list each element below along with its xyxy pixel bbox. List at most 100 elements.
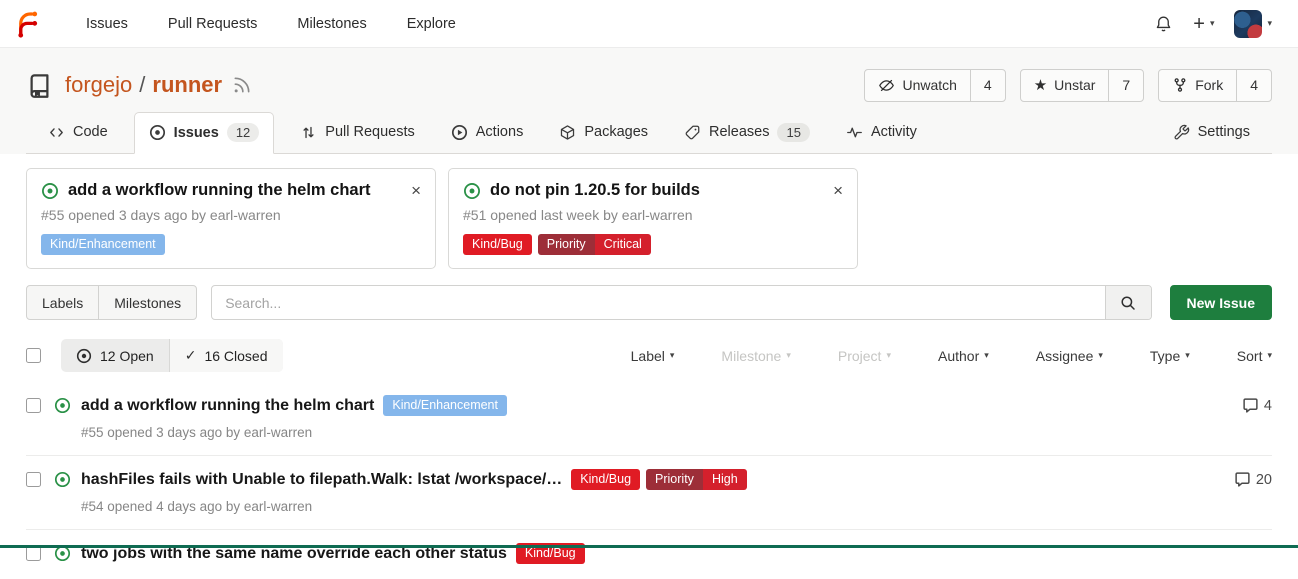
label-value: High <box>703 469 747 490</box>
issue-opened-icon <box>76 348 92 364</box>
close-icon[interactable]: × <box>833 182 843 199</box>
open-issues-filter[interactable]: 12 Open <box>61 339 169 372</box>
tab-code[interactable]: Code <box>38 112 118 153</box>
label-chip-priority-critical[interactable]: Priority Critical <box>538 234 651 255</box>
issue-opened-icon <box>149 124 166 141</box>
chevron-down-icon: ▾ <box>1267 18 1272 29</box>
issue-opened-icon <box>54 397 71 414</box>
chevron-down-icon: ▾ <box>1210 18 1215 29</box>
package-icon <box>559 124 576 141</box>
issues-count-badge: 12 <box>227 123 259 142</box>
tab-packages[interactable]: Packages <box>549 112 658 153</box>
star-icon: ★ <box>1034 78 1047 93</box>
new-issue-button[interactable]: New Issue <box>1170 285 1272 320</box>
tab-releases[interactable]: Releases 15 <box>674 112 820 153</box>
label-scope: Priority <box>538 234 595 255</box>
issue-row: hashFiles fails with Unable to filepath.… <box>26 455 1272 529</box>
rss-icon[interactable] <box>232 75 252 95</box>
filter-milestone: Milestone ▾ <box>721 348 790 364</box>
search-input[interactable] <box>212 286 1104 319</box>
unwatch-label-segment[interactable]: Unwatch <box>865 70 969 101</box>
label-chip-kind-bug[interactable]: Kind/Bug <box>463 234 532 255</box>
labels-button[interactable]: Labels <box>27 286 98 319</box>
chevron-down-icon: ▾ <box>1098 350 1103 361</box>
issue-row: two jobs with the same name override eac… <box>26 529 1272 579</box>
tab-pull-requests[interactable]: Pull Requests <box>290 112 424 153</box>
nav-link-pull-requests[interactable]: Pull Requests <box>168 16 257 32</box>
tab-settings[interactable]: Settings <box>1163 112 1260 153</box>
filter-assignee[interactable]: Assignee ▾ <box>1036 348 1103 364</box>
stars-count[interactable]: 7 <box>1108 70 1143 101</box>
fork-icon <box>1172 77 1188 93</box>
issue-title[interactable]: add a workflow running the helm chart <box>81 397 374 415</box>
chevron-down-icon: ▾ <box>886 350 891 361</box>
tab-issues-label: Issues <box>174 125 219 141</box>
issue-title[interactable]: hashFiles fails with Unable to filepath.… <box>81 471 562 489</box>
close-icon[interactable]: × <box>411 182 421 199</box>
filter-project: Project ▾ <box>838 348 891 364</box>
watchers-count[interactable]: 4 <box>970 70 1005 101</box>
tab-activity[interactable]: Activity <box>836 112 927 153</box>
filter-sort-text: Sort <box>1237 348 1263 364</box>
forks-count[interactable]: 4 <box>1236 70 1271 101</box>
issue-comments[interactable]: 20 <box>1234 471 1272 488</box>
issue-checkbox[interactable] <box>26 398 41 413</box>
repo-header: forgejo / runner Unwatch <box>0 48 1298 154</box>
nav-link-milestones[interactable]: Milestones <box>297 16 366 32</box>
chevron-down-icon: ▾ <box>984 350 989 361</box>
repo-name-link[interactable]: runner <box>152 72 222 98</box>
issue-checkbox[interactable] <box>26 472 41 487</box>
filter-author[interactable]: Author ▾ <box>938 348 989 364</box>
repo-book-icon <box>26 72 53 99</box>
comment-count: 20 <box>1256 472 1272 488</box>
tab-actions[interactable]: Actions <box>441 112 534 153</box>
filter-type[interactable]: Type ▾ <box>1150 348 1190 364</box>
nav-link-issues[interactable]: Issues <box>86 16 128 32</box>
repo-owner-link[interactable]: forgejo <box>65 72 132 98</box>
issue-list: add a workflow running the helm chart Ki… <box>26 382 1272 579</box>
user-menu[interactable]: ▾ <box>1234 10 1272 38</box>
search-button[interactable] <box>1105 286 1151 319</box>
repo-tabs: Code Issues 12 Pull Requests <box>26 112 1272 154</box>
notifications-bell-icon[interactable] <box>1154 14 1173 33</box>
open-count-label: 12 Open <box>100 348 154 364</box>
tab-actions-label: Actions <box>476 124 524 140</box>
nav-link-explore[interactable]: Explore <box>407 16 456 32</box>
pinned-issue-meta: #55 opened 3 days ago by earl-warren <box>41 207 421 223</box>
pinned-issue-title[interactable]: add a workflow running the helm chart <box>68 181 371 200</box>
fork-button[interactable]: Fork 4 <box>1158 69 1272 102</box>
filter-label[interactable]: Label ▾ <box>631 348 675 364</box>
tab-code-label: Code <box>73 124 108 140</box>
issue-comments[interactable]: 4 <box>1242 397 1272 414</box>
closed-issues-filter[interactable]: ✓ 16 Closed <box>169 339 283 372</box>
issue-checkbox[interactable] <box>26 546 41 561</box>
fork-label-segment[interactable]: Fork <box>1159 70 1236 101</box>
create-new-button[interactable]: + ▾ <box>1193 14 1214 34</box>
label-value: Critical <box>595 234 651 255</box>
unstar-label-segment[interactable]: ★ Unstar <box>1021 70 1109 101</box>
label-chip-kind-enhancement[interactable]: Kind/Enhancement <box>41 234 165 255</box>
label-chip-kind-bug[interactable]: Kind/Bug <box>571 469 640 490</box>
unwatch-label: Unwatch <box>902 77 956 93</box>
filter-milestone-text: Milestone <box>721 348 781 364</box>
pinned-issue-title[interactable]: do not pin 1.20.5 for builds <box>490 181 700 200</box>
issue-opened-icon <box>54 471 71 488</box>
unstar-button[interactable]: ★ Unstar 7 <box>1020 69 1144 102</box>
unwatch-button[interactable]: Unwatch 4 <box>864 69 1005 102</box>
milestones-button[interactable]: Milestones <box>98 286 196 319</box>
select-all-checkbox[interactable] <box>26 348 41 363</box>
open-closed-toggle: 12 Open ✓ 16 Closed <box>61 339 283 372</box>
issues-filterbar: 12 Open ✓ 16 Closed Label ▾ Milestone ▾ … <box>26 339 1272 372</box>
chevron-down-icon: ▾ <box>670 350 675 361</box>
comment-icon <box>1242 397 1259 414</box>
label-chip-priority-high[interactable]: Priority High <box>646 469 747 490</box>
issue-row: add a workflow running the helm chart Ki… <box>26 382 1272 455</box>
filter-dropdowns: Label ▾ Milestone ▾ Project ▾ Author ▾ A… <box>631 348 1272 364</box>
label-chip-kind-enhancement[interactable]: Kind/Enhancement <box>383 395 507 416</box>
filter-sort[interactable]: Sort ▾ <box>1237 348 1272 364</box>
forgejo-logo-icon[interactable] <box>12 9 42 39</box>
filter-type-text: Type <box>1150 348 1180 364</box>
fork-label: Fork <box>1195 77 1223 93</box>
tab-issues[interactable]: Issues 12 <box>134 112 275 154</box>
filter-assignee-text: Assignee <box>1036 348 1094 364</box>
